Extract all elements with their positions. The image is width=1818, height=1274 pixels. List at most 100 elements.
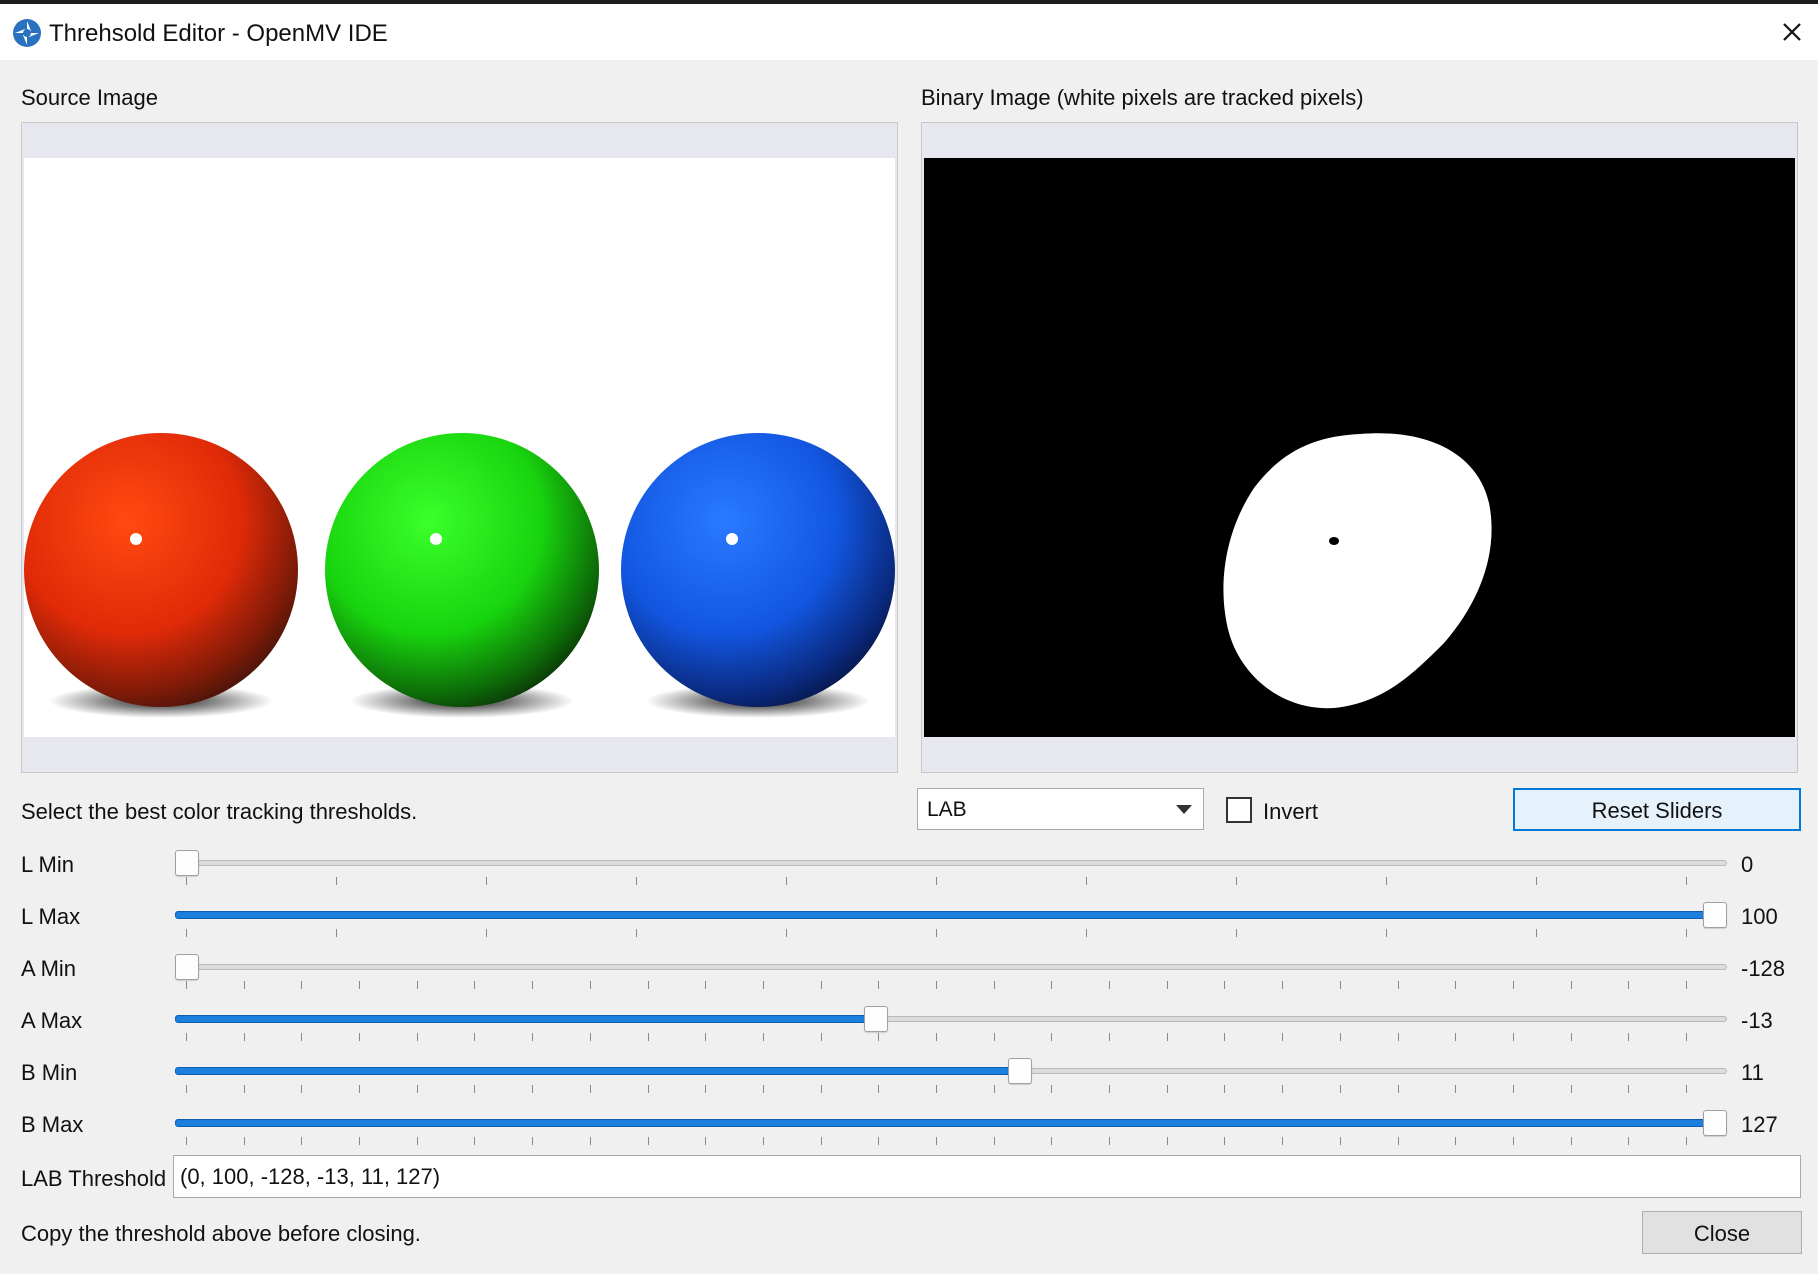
slider-tick	[1628, 981, 1630, 989]
slider-tick	[705, 1085, 707, 1093]
slider-tick	[1339, 1137, 1341, 1145]
slider-tick	[705, 1033, 707, 1041]
slider-tick	[1166, 1085, 1168, 1093]
slider-tick	[336, 877, 337, 885]
slider-tick	[993, 1137, 995, 1145]
slider-ticks	[186, 929, 1687, 937]
slider-value: 127	[1741, 1112, 1778, 1137]
slider-value: 0	[1741, 852, 1754, 877]
slider-value: -13	[1741, 1008, 1773, 1033]
slider-tick	[993, 1085, 995, 1093]
invert-checkbox[interactable]	[1226, 797, 1252, 823]
slider-tick	[820, 1137, 822, 1145]
slider-value: 100	[1741, 904, 1778, 929]
slider-handle[interactable]	[864, 1006, 889, 1032]
slider-tick	[532, 1137, 534, 1145]
slider-tick	[1166, 981, 1168, 989]
slider-tick	[243, 981, 245, 989]
slider-tick	[936, 929, 937, 937]
reset-sliders-button[interactable]: Reset Sliders	[1513, 788, 1801, 831]
slider-tick	[301, 1085, 303, 1093]
slider-tick	[820, 1033, 822, 1041]
slider-handle[interactable]	[175, 954, 199, 980]
slider-tick	[474, 1137, 476, 1145]
slider-tick	[1224, 1033, 1226, 1041]
slider-tick	[186, 981, 187, 989]
slider-handle[interactable]	[175, 850, 199, 876]
slider-tick	[936, 981, 937, 989]
slider-tick	[589, 981, 591, 989]
slider-tick	[1109, 981, 1111, 989]
close-icon[interactable]	[1774, 14, 1810, 50]
close-button[interactable]: Close	[1642, 1211, 1802, 1254]
slider-tick	[1686, 877, 1687, 885]
slider-tick	[1051, 1085, 1053, 1093]
slider-tick	[532, 981, 534, 989]
slider-tick	[486, 877, 487, 885]
slider-row-a-max: A Max -13	[0, 1006, 1818, 1060]
threshold-label: LAB Threshold	[21, 1166, 167, 1191]
slider-tick	[1282, 981, 1284, 989]
source-image-label: Source Image	[21, 85, 158, 110]
color-space-select[interactable]: LAB	[917, 788, 1204, 830]
slider-tick	[416, 981, 418, 989]
threshold-field[interactable]	[173, 1155, 1801, 1198]
slider-tick	[762, 1085, 764, 1093]
slider-tick	[936, 1085, 937, 1093]
slider-tick	[1224, 981, 1226, 989]
slider-tick	[878, 1033, 880, 1041]
slider-tick	[936, 1137, 937, 1145]
slider-tick	[786, 877, 787, 885]
slider-tick	[186, 1085, 187, 1093]
slider-ticks	[186, 1085, 1687, 1093]
chevron-down-icon	[1176, 805, 1192, 814]
slider-tick	[486, 929, 487, 937]
slider-tick	[1570, 1137, 1572, 1145]
binary-image	[924, 158, 1795, 737]
slider-tick	[1166, 1033, 1168, 1041]
slider-label: L Min	[21, 852, 74, 877]
slider-label: A Min	[21, 956, 77, 981]
slider-fill	[175, 1015, 877, 1023]
slider-tick	[243, 1033, 245, 1041]
slider-tick	[762, 1033, 764, 1041]
slider-ticks	[186, 981, 1687, 989]
slider-tick	[762, 1137, 764, 1145]
slider-tick	[589, 1085, 591, 1093]
slider-handle[interactable]	[1703, 1110, 1727, 1136]
slider-tick	[878, 1137, 880, 1145]
slider-tick	[1051, 1137, 1053, 1145]
slider-tick	[416, 1085, 418, 1093]
slider-tick	[820, 981, 822, 989]
slider-tick	[1570, 981, 1572, 989]
slider-tick	[1455, 1085, 1457, 1093]
slider-tick	[1455, 981, 1457, 989]
slider-tick	[1339, 1033, 1341, 1041]
slider-tick	[1109, 1033, 1111, 1041]
slider-tick	[1397, 1085, 1399, 1093]
slider-tick	[1628, 1085, 1630, 1093]
slider-value: -128	[1741, 956, 1786, 981]
slider-tick	[589, 1033, 591, 1041]
slider-row-b-min: B Min 11	[0, 1058, 1818, 1112]
slider-tick	[301, 1137, 303, 1145]
slider-handle[interactable]	[1703, 902, 1727, 928]
slider-tick	[878, 981, 880, 989]
slider-tick	[647, 1085, 649, 1093]
slider-row-l-max: L Max 100	[0, 902, 1818, 956]
slider-tick	[301, 1033, 303, 1041]
slider-track[interactable]	[175, 964, 1727, 970]
slider-tick	[474, 1085, 476, 1093]
slider-tick	[186, 929, 187, 937]
slider-tick	[1455, 1137, 1457, 1145]
slider-handle[interactable]	[1007, 1058, 1032, 1084]
slider-tick	[1536, 929, 1537, 937]
slider-tick	[1570, 1033, 1572, 1041]
slider-tick	[416, 1033, 418, 1041]
slider-tick	[1686, 981, 1687, 989]
slider-track[interactable]	[175, 860, 1727, 866]
slider-label: L Max	[21, 904, 81, 929]
slider-fill	[175, 1119, 1715, 1127]
slider-tick	[301, 981, 303, 989]
footer-note: Copy the threshold above before closing.	[21, 1221, 421, 1246]
